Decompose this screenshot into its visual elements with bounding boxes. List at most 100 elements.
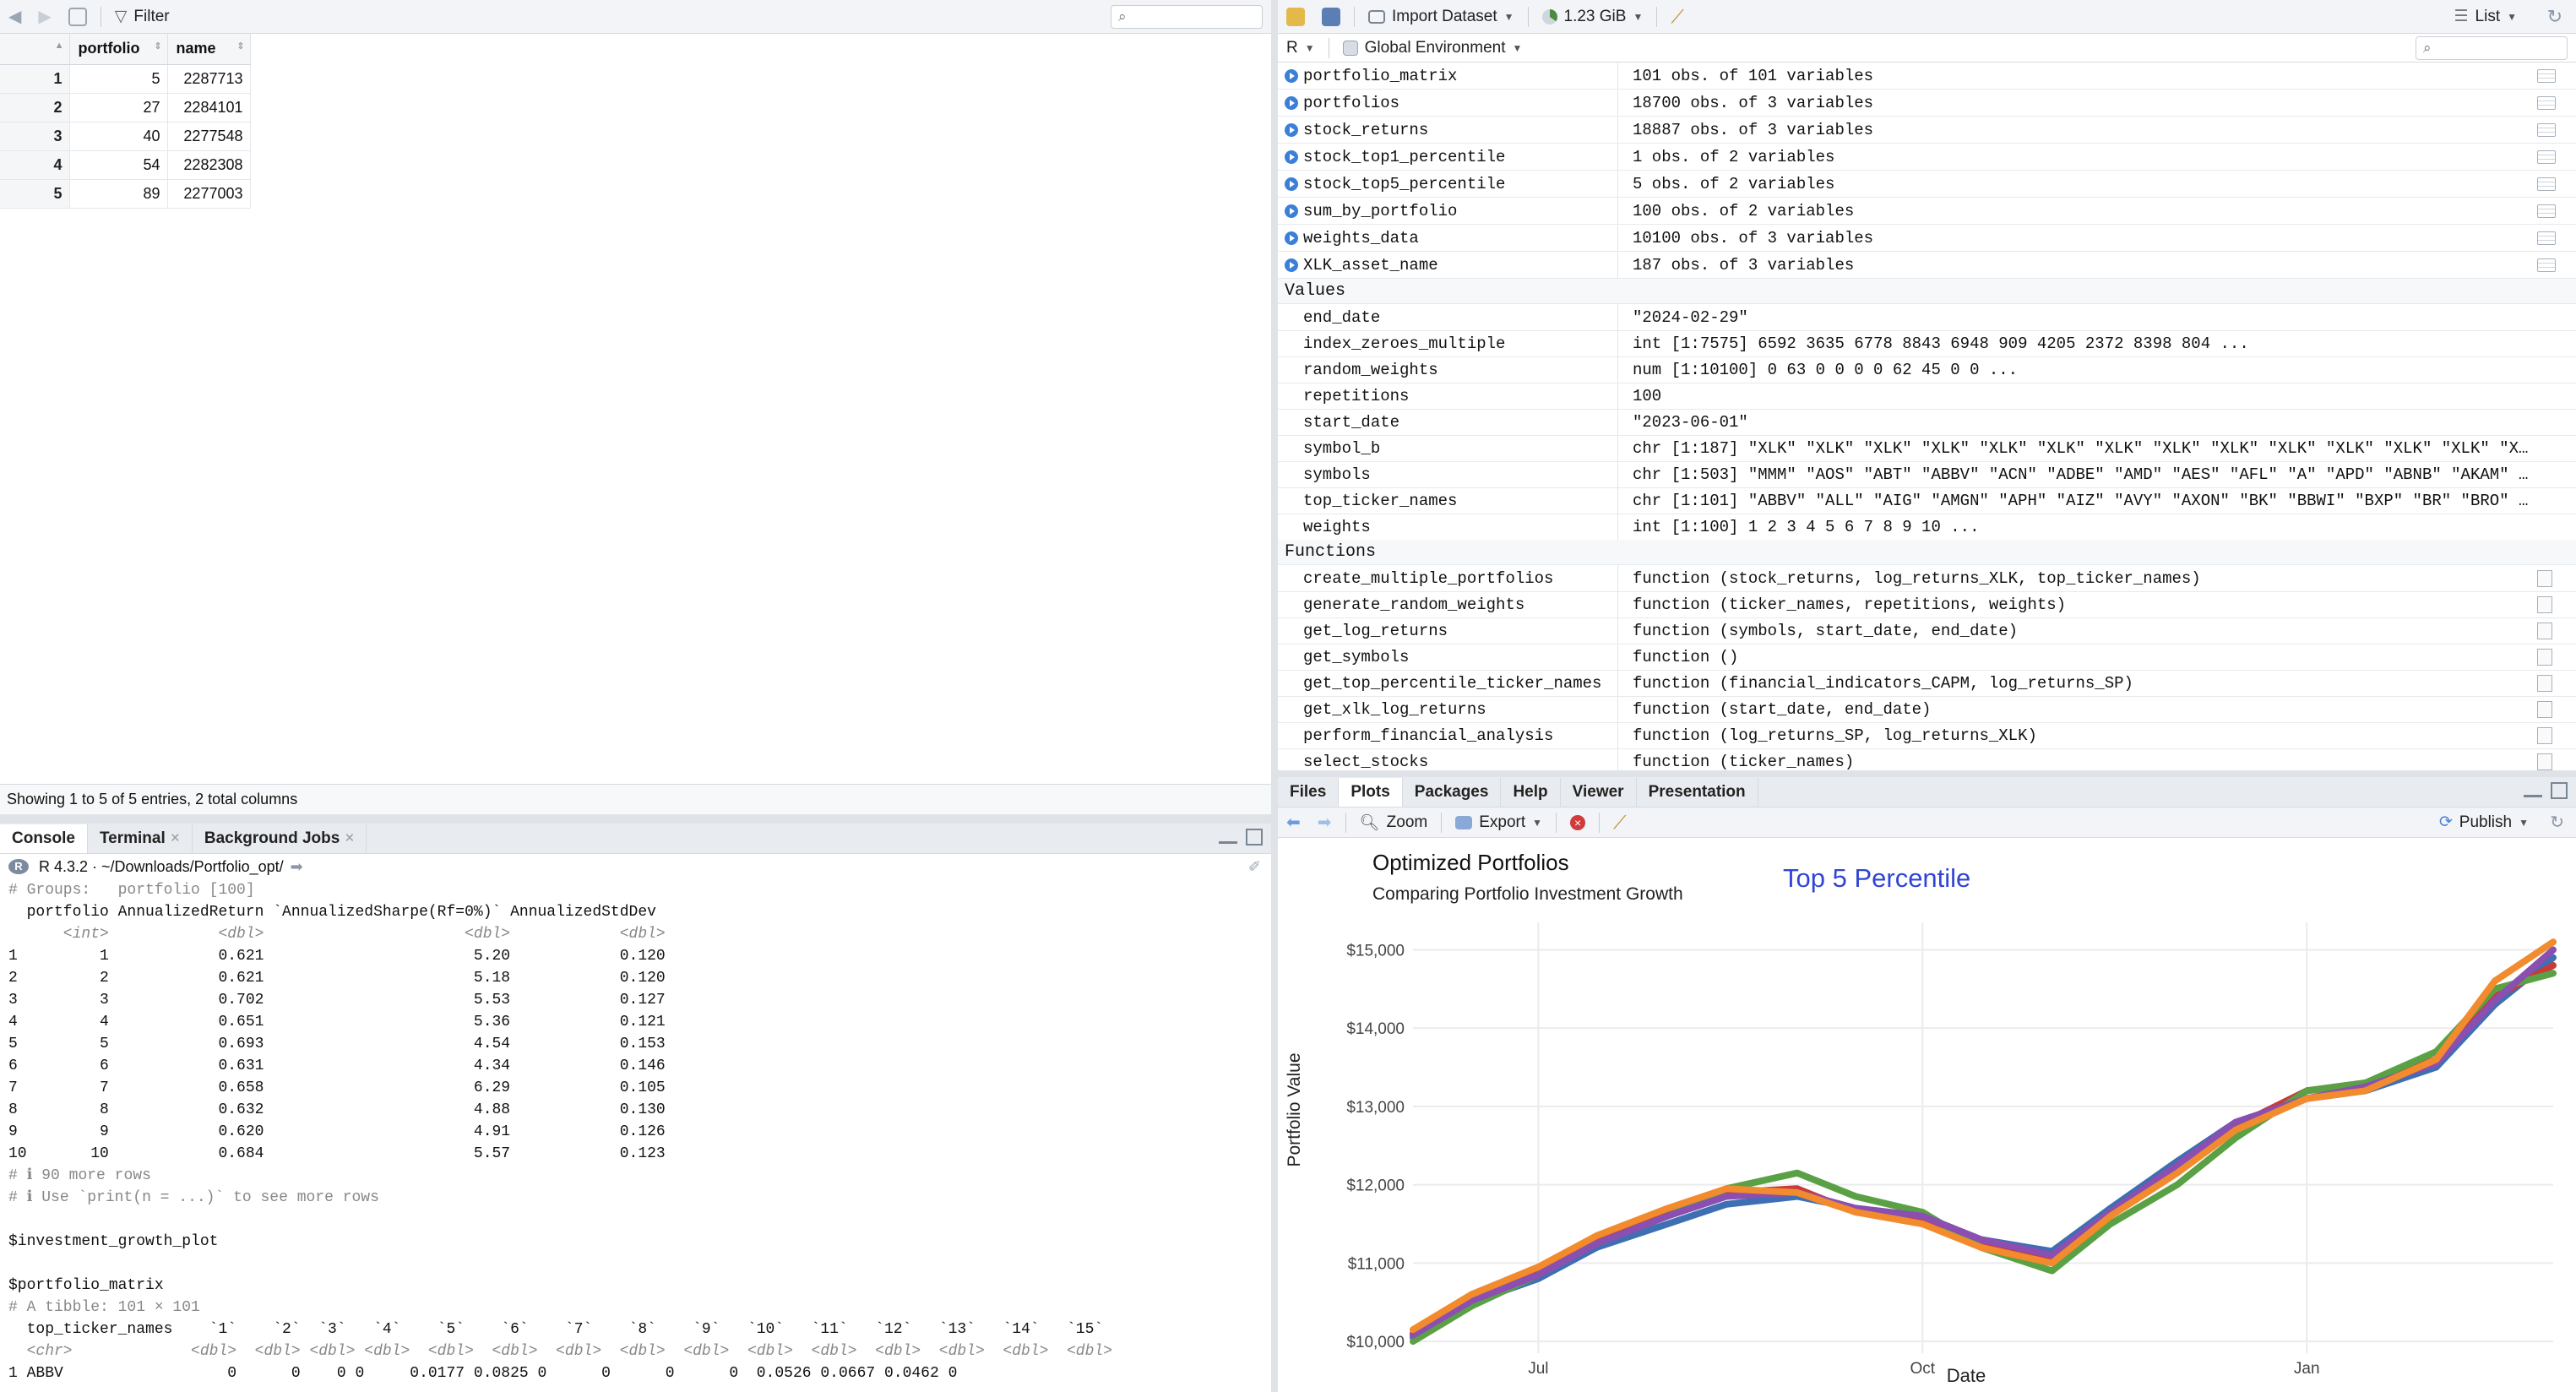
export-button[interactable]: Export ▼ (1447, 808, 1551, 837)
close-icon[interactable]: × (171, 829, 180, 848)
env-function-row[interactable]: generate_random_weights function (ticker_… (1278, 591, 2576, 618)
maximize-icon[interactable] (2551, 782, 2568, 799)
view-source-icon[interactable] (2537, 623, 2552, 639)
popout-button[interactable] (60, 3, 95, 31)
cell-portfolio[interactable]: 89 (69, 179, 168, 209)
view-table-icon[interactable] (2537, 231, 2556, 245)
expand-icon[interactable] (1285, 69, 1298, 83)
view-source-icon[interactable] (2537, 701, 2552, 718)
tab-help[interactable]: Help (1501, 777, 1561, 807)
env-data-row[interactable]: stock_top5_percentile 5 obs. of 2 variabl… (1278, 171, 2576, 198)
zoom-button[interactable]: 🔍︎ Zoom (1351, 808, 1437, 837)
view-table-icon[interactable] (2537, 258, 2556, 272)
table-row[interactable]: 5 89 2277003 (0, 179, 251, 209)
environment-search-input[interactable]: ⌕ (2416, 36, 2568, 60)
env-function-row[interactable]: get_log_returns function (symbols, start_… (1278, 617, 2576, 644)
load-workspace-button[interactable] (1278, 3, 1313, 31)
view-table-icon[interactable] (2537, 150, 2556, 164)
env-value-row[interactable]: symbol_b chr [1:187] "XLK" "XLK" "XLK" "X… (1278, 435, 2576, 462)
import-dataset-button[interactable]: Import Dataset ▼ (1360, 3, 1523, 31)
view-table-icon[interactable] (2537, 123, 2556, 137)
env-data-row[interactable]: stock_top1_percentile 1 obs. of 2 variabl… (1278, 144, 2576, 171)
cell-portfolio[interactable]: 54 (69, 150, 168, 180)
expand-icon[interactable] (1285, 96, 1298, 110)
env-data-row[interactable]: stock_returns 18887 obs. of 3 variables (1278, 117, 2576, 144)
refresh-button[interactable]: ↻ (2539, 3, 2571, 31)
cell-name[interactable]: 2282308 (167, 150, 251, 180)
env-data-row[interactable]: weights_data 10100 obs. of 3 variables (1278, 225, 2576, 252)
env-value-row[interactable]: index_zeroes_multiple int [1:7575] 6592 3… (1278, 330, 2576, 357)
expand-icon[interactable] (1285, 150, 1298, 164)
tab-plots[interactable]: Plots (1339, 777, 1403, 807)
refresh-button[interactable]: ↻ (2541, 808, 2573, 837)
env-data-row[interactable]: portfolio_matrix 101 obs. of 101 variable… (1278, 63, 2576, 90)
view-table-icon[interactable] (2537, 204, 2556, 218)
table-row[interactable]: 1 5 2287713 (0, 64, 251, 94)
env-value-row[interactable]: start_date "2023-06-01" (1278, 409, 2576, 436)
env-data-row[interactable]: sum_by_portfolio 100 obs. of 2 variables (1278, 198, 2576, 225)
row-number-header[interactable]: ▲ (0, 34, 70, 65)
view-source-icon[interactable] (2537, 596, 2552, 613)
view-table-icon[interactable] (2537, 177, 2556, 191)
view-table-icon[interactable] (2537, 69, 2556, 83)
environment-scope-select[interactable]: Global Environment ▼ (1334, 34, 1531, 63)
view-source-icon[interactable] (2537, 649, 2552, 666)
cell-name[interactable]: 2277003 (167, 179, 251, 209)
cell-name[interactable]: 2277548 (167, 122, 251, 151)
forward-button[interactable]: ▶ (30, 3, 59, 31)
go-to-directory-icon[interactable]: ➡ (291, 858, 303, 876)
view-source-icon[interactable] (2537, 753, 2552, 770)
list-view-button[interactable]: ☰ List ▼ (2445, 3, 2525, 31)
close-icon[interactable]: × (345, 829, 354, 848)
memory-usage-button[interactable]: 1.23 GiB ▼ (1534, 3, 1652, 31)
env-value-row[interactable]: top_ticker_names chr [1:101] "ABBV" "ALL"… (1278, 487, 2576, 514)
publish-button[interactable]: ⟳ Publish ▼ (2431, 808, 2537, 837)
view-source-icon[interactable] (2537, 727, 2552, 744)
console-output[interactable]: # Groups: portfolio [100] portfolio Annu… (0, 879, 1271, 1392)
tab-presentation[interactable]: Presentation (1637, 777, 1758, 807)
expand-icon[interactable] (1285, 177, 1298, 191)
column-header-portfolio[interactable]: portfolio ⇕ (69, 34, 168, 65)
env-value-row[interactable]: symbols chr [1:503] "MMM" "AOS" "ABT" "AB… (1278, 461, 2576, 488)
save-workspace-button[interactable] (1313, 3, 1349, 31)
env-value-row[interactable]: weights int [1:100] 1 2 3 4 5 6 7 8 9 10 … (1278, 514, 2576, 541)
minimize-icon[interactable] (2524, 784, 2542, 797)
viewer-search-input[interactable]: ⌕ (1111, 5, 1263, 29)
clear-plots-button[interactable]: ⟋ (1605, 808, 1634, 837)
env-value-row[interactable]: random_weights num [1:10100] 0 63 0 0 0 0… (1278, 356, 2576, 383)
clear-workspace-button[interactable]: ⟋ (1662, 3, 1692, 31)
tab-terminal[interactable]: Terminal × (88, 824, 193, 853)
view-source-icon[interactable] (2537, 570, 2552, 587)
env-function-row[interactable]: create_multiple_portfolios function (stoc… (1278, 565, 2576, 592)
column-header-name[interactable]: name ⇕ (167, 34, 251, 65)
tab-background-jobs[interactable]: Background Jobs × (193, 824, 367, 853)
tab-console[interactable]: Console (0, 824, 88, 853)
view-table-icon[interactable] (2537, 96, 2556, 110)
env-function-row[interactable]: perform_financial_analysis function (log_… (1278, 722, 2576, 749)
cell-portfolio[interactable]: 27 (69, 93, 168, 122)
table-row[interactable]: 4 54 2282308 (0, 150, 251, 180)
language-select[interactable]: R ▼ (1278, 34, 1323, 63)
next-plot-button[interactable]: ➡ (1309, 808, 1340, 837)
cell-name[interactable]: 2287713 (167, 64, 251, 94)
tab-packages[interactable]: Packages (1403, 777, 1502, 807)
env-function-row[interactable]: get_top_percentile_ticker_names function … (1278, 670, 2576, 697)
cell-name[interactable]: 2284101 (167, 93, 251, 122)
maximize-icon[interactable] (1246, 829, 1263, 846)
table-row[interactable]: 3 40 2277548 (0, 122, 251, 151)
env-value-row[interactable]: end_date "2024-02-29" (1278, 304, 2576, 331)
env-function-row[interactable]: select_stocks function (ticker_names) (1278, 748, 2576, 770)
minimize-icon[interactable] (1219, 830, 1237, 844)
tab-files[interactable]: Files (1278, 777, 1340, 807)
filter-button[interactable]: ▽ Filter (106, 3, 178, 31)
cell-portfolio[interactable]: 40 (69, 122, 168, 151)
table-row[interactable]: 2 27 2284101 (0, 93, 251, 122)
expand-icon[interactable] (1285, 231, 1298, 245)
env-value-row[interactable]: repetitions 100 (1278, 383, 2576, 410)
tab-viewer[interactable]: Viewer (1561, 777, 1637, 807)
env-data-row[interactable]: portfolios 18700 obs. of 3 variables (1278, 90, 2576, 117)
env-function-row[interactable]: get_xlk_log_returns function (start_date,… (1278, 696, 2576, 723)
clear-console-icon[interactable]: ✐ (1248, 858, 1261, 876)
view-source-icon[interactable] (2537, 675, 2552, 692)
cell-portfolio[interactable]: 5 (69, 64, 168, 94)
